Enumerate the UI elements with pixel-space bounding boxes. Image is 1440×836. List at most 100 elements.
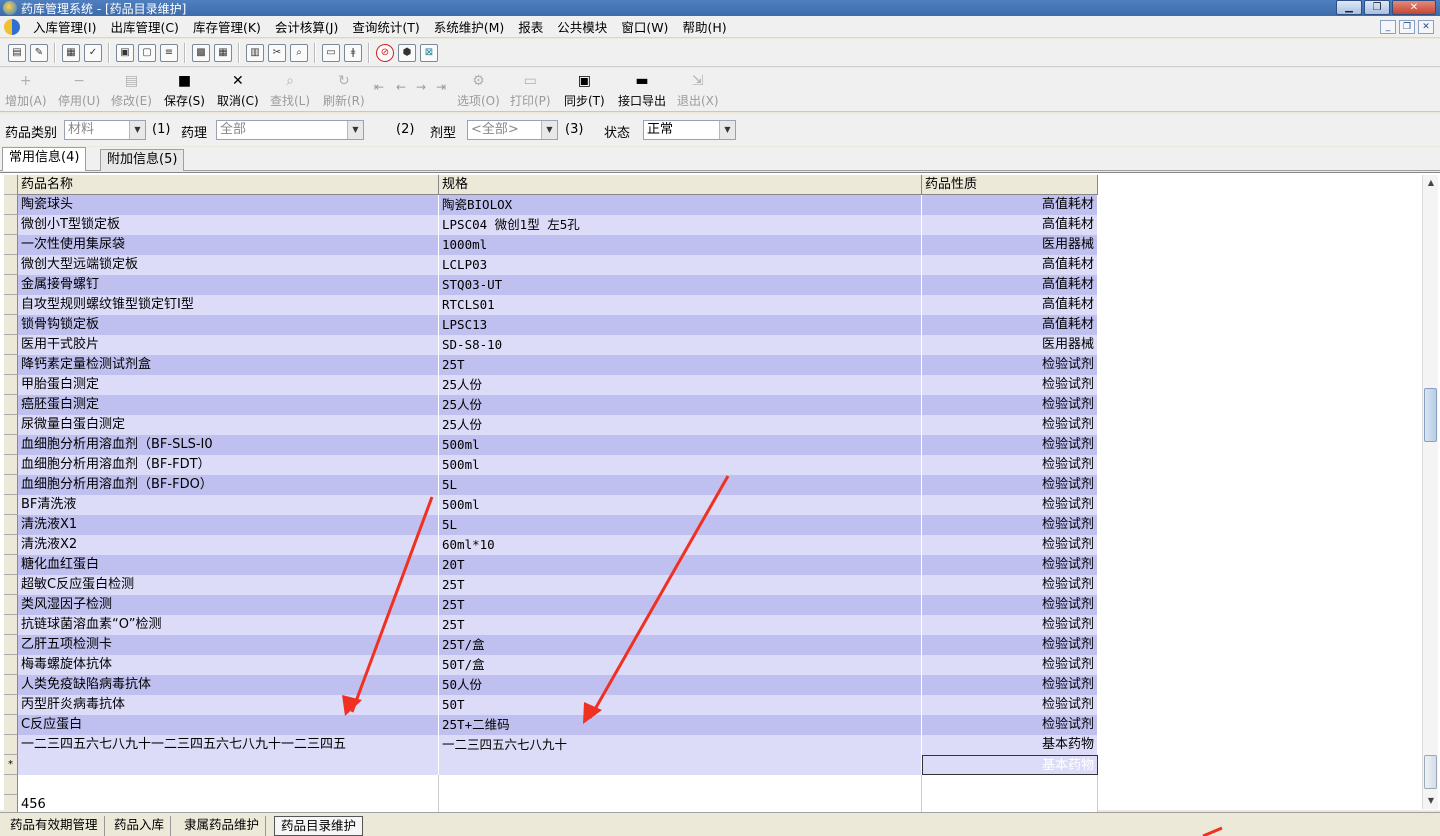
cell-prop[interactable]: 检验试剂 xyxy=(922,535,1098,555)
cell-prop[interactable]: 检验试剂 xyxy=(922,435,1098,455)
menu-accounting[interactable]: 会计核算(J) xyxy=(268,17,345,36)
cell-spec[interactable]: 25T+二维码 xyxy=(439,715,922,735)
nav-next-button[interactable]: → xyxy=(416,80,426,94)
scroll-down-icon[interactable]: ▼ xyxy=(1423,793,1439,809)
header-name[interactable]: 药品名称 xyxy=(18,175,439,195)
cell-spec[interactable]: 50人份 xyxy=(439,675,922,695)
menu-window[interactable]: 窗口(W) xyxy=(614,17,675,36)
cell-spec[interactable]: LPSC04 微创1型 左5孔 xyxy=(439,215,922,235)
cell-prop[interactable]: 检验试剂 xyxy=(922,675,1098,695)
menu-help[interactable]: 帮助(H) xyxy=(675,17,733,36)
task-tab-expiry[interactable]: 药品有效期管理 xyxy=(4,816,105,836)
nav-first-button[interactable]: ⇤ xyxy=(374,80,384,94)
table-row[interactable]: 糖化血红蛋白 20T 检验试剂 xyxy=(4,555,1098,575)
calendar-icon[interactable]: ▥ xyxy=(246,43,264,62)
cell-prop[interactable]: 高值耗材 xyxy=(922,255,1098,275)
cell-spec[interactable]: LPSC13 xyxy=(439,315,922,335)
scroll-up-icon[interactable]: ▲ xyxy=(1423,175,1439,191)
cell-spec[interactable]: 500ml xyxy=(439,435,922,455)
cell-spec[interactable]: 500ml xyxy=(439,495,922,515)
table-row[interactable]: 尿微量白蛋白测定 25人份 检验试剂 xyxy=(4,415,1098,435)
category-select[interactable]: 材料 ▼ xyxy=(64,120,146,140)
new-row-prop[interactable]: 基本药物 xyxy=(922,755,1098,775)
cell-name[interactable]: 癌胚蛋白测定 xyxy=(18,395,439,415)
cell-spec[interactable]: STQ03-UT xyxy=(439,275,922,295)
cell-prop[interactable]: 医用器械 xyxy=(922,335,1098,355)
nav-last-button[interactable]: ⇥ xyxy=(436,80,446,94)
scroll-thumb-lower[interactable] xyxy=(1424,755,1437,789)
cell-name[interactable]: 糖化血红蛋白 xyxy=(18,555,439,575)
cell-spec[interactable]: 25T xyxy=(439,595,922,615)
table-row[interactable]: 血细胞分析用溶血剂（BF-SLS-I0 500ml 检验试剂 xyxy=(4,435,1098,455)
mdi-close-icon[interactable]: ✕ xyxy=(1418,20,1434,34)
cell-prop[interactable]: 检验试剂 xyxy=(922,715,1098,735)
cell-spec[interactable]: 50T xyxy=(439,695,922,715)
table-row[interactable]: C反应蛋白 25T+二维码 检验试剂 xyxy=(4,715,1098,735)
cell-name[interactable]: 抗链球菌溶血素“O”检测 xyxy=(18,615,439,635)
cell-prop[interactable]: 高值耗材 xyxy=(922,275,1098,295)
cell-prop[interactable]: 检验试剂 xyxy=(922,615,1098,635)
cell-prop[interactable]: 高值耗材 xyxy=(922,215,1098,235)
status-select[interactable]: 正常 ▼ xyxy=(643,120,736,140)
cell-spec[interactable]: 5L xyxy=(439,475,922,495)
cell-spec[interactable]: 陶瓷BIOLOX xyxy=(439,195,922,215)
cell-name[interactable]: 血细胞分析用溶血剂（BF-FDT） xyxy=(18,455,439,475)
cell-spec[interactable]: 20T xyxy=(439,555,922,575)
cell-spec[interactable]: 50T/盒 xyxy=(439,655,922,675)
cell-spec[interactable]: 1000ml xyxy=(439,235,922,255)
edit-button[interactable]: ▤ 修改(E) xyxy=(111,72,152,109)
cell-name[interactable]: 类风湿因子检测 xyxy=(18,595,439,615)
cell-prop[interactable]: 检验试剂 xyxy=(922,455,1098,475)
cell-spec[interactable]: 5L xyxy=(439,515,922,535)
save-button[interactable]: ■ 保存(S) xyxy=(164,72,205,109)
add-button[interactable]: + 增加(A) xyxy=(5,72,47,109)
table-row[interactable]: 甲胎蛋白测定 25人份 检验试剂 xyxy=(4,375,1098,395)
table-row[interactable]: 自攻型规则螺纹锥型锁定钉Ⅰ型 RTCLS01 高值耗材 xyxy=(4,295,1098,315)
stop-icon[interactable]: ⊘ xyxy=(376,43,394,62)
cell-name[interactable]: 人类免疫缺陷病毒抗体 xyxy=(18,675,439,695)
pharma-select[interactable]: 全部 ▼ xyxy=(216,120,364,140)
form-select[interactable]: <全部> ▼ xyxy=(467,120,558,140)
grid-icon[interactable]: ▩ xyxy=(192,43,210,62)
task-tab-catalog[interactable]: 药品目录维护 xyxy=(274,816,364,836)
table-row[interactable]: 降钙素定量检测试剂盒 25T 检验试剂 xyxy=(4,355,1098,375)
cell-name[interactable]: BF清洗液 xyxy=(18,495,439,515)
cell-name[interactable]: 微创小T型锁定板 xyxy=(18,215,439,235)
cell-spec[interactable]: RTCLS01 xyxy=(439,295,922,315)
task-tab-subordinate[interactable]: 隶属药品维护 xyxy=(178,816,267,836)
cell-prop[interactable]: 基本药物 xyxy=(922,735,1098,755)
cell-spec[interactable]: 25T xyxy=(439,575,922,595)
cell-prop[interactable]: 检验试剂 xyxy=(922,415,1098,435)
table-row[interactable]: BF清洗液 500ml 检验试剂 xyxy=(4,495,1098,515)
chevron-down-icon[interactable]: ▼ xyxy=(541,121,557,139)
table-row[interactable]: 乙肝五项检测卡 25T/盒 检验试剂 xyxy=(4,635,1098,655)
report-icon[interactable]: ≡ xyxy=(160,43,178,62)
check-icon[interactable]: ✓ xyxy=(84,43,102,62)
options-button[interactable]: ⚙ 选项(O) xyxy=(457,72,500,109)
mdi-minimize-icon[interactable]: _ xyxy=(1380,20,1396,34)
cell-prop[interactable]: 检验试剂 xyxy=(922,595,1098,615)
cell-spec[interactable]: 25T/盒 xyxy=(439,635,922,655)
tab-common[interactable]: 常用信息(4) xyxy=(2,147,87,171)
menu-query[interactable]: 查询统计(T) xyxy=(345,17,426,36)
cell-spec[interactable]: 25人份 xyxy=(439,395,922,415)
table-row[interactable]: 一次性使用集尿袋 1000ml 医用器械 xyxy=(4,235,1098,255)
menu-outbound[interactable]: 出库管理(C) xyxy=(103,17,185,36)
vertical-scrollbar[interactable]: ▲ ▼ xyxy=(1422,175,1438,809)
table-row[interactable]: 医用干式胶片 SD-S8-10 医用器械 xyxy=(4,335,1098,355)
cell-name[interactable]: C反应蛋白 xyxy=(18,715,439,735)
new-row-name[interactable] xyxy=(18,755,439,775)
cell-name[interactable]: 陶瓷球头 xyxy=(18,195,439,215)
exit-icon[interactable]: ⊠ xyxy=(420,43,438,62)
menu-common[interactable]: 公共模块 xyxy=(550,17,614,36)
table-row[interactable]: 锁骨钩锁定板 LPSC13 高值耗材 xyxy=(4,315,1098,335)
table-row[interactable]: 一二三四五六七八九十一二三四五六七八九十一二三四五 一二三四五六七八九十 基本药物 xyxy=(4,735,1098,755)
print-button[interactable]: ▭ 打印(P) xyxy=(510,72,551,109)
cell-spec[interactable]: 25T xyxy=(439,355,922,375)
task-tab-inbound[interactable]: 药品入库 xyxy=(108,816,172,836)
new-row[interactable]: * 基本药物 xyxy=(4,755,1098,775)
cell-spec[interactable]: SD-S8-10 xyxy=(439,335,922,355)
cell-prop[interactable]: 高值耗材 xyxy=(922,295,1098,315)
cell-spec[interactable]: 500ml xyxy=(439,455,922,475)
shape-icon[interactable]: ⬢ xyxy=(398,43,416,62)
